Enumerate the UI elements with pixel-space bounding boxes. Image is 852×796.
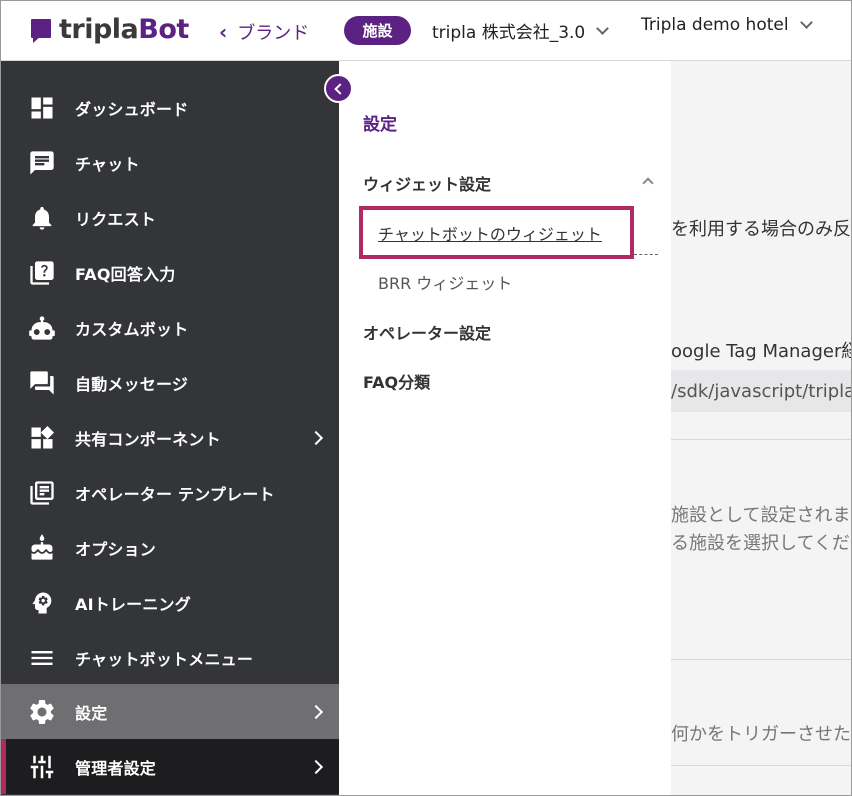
- sidebar-item-label: リクエスト: [75, 209, 157, 229]
- sidebar-item-operator-template[interactable]: オペレーター テンプレート: [1, 465, 339, 520]
- sidebar-item-shared-components[interactable]: 共有コンポーネント: [1, 410, 339, 465]
- chevron-right-icon: [308, 704, 324, 719]
- main-text-line: を利用する場合のみ反: [671, 219, 851, 240]
- menu-icon: [27, 643, 57, 673]
- ai-brain-icon: [27, 588, 57, 618]
- subpanel-item-faq-category[interactable]: FAQ分類: [363, 369, 430, 393]
- faq-icon: [27, 258, 57, 288]
- sidebar-item-label: FAQ回答入力: [75, 264, 176, 284]
- sidebar-item-label: チャットボットメニュー: [75, 649, 254, 669]
- cake-icon: [27, 533, 57, 563]
- chevron-down-icon: [596, 21, 610, 35]
- brand-back-link[interactable]: ‹ ブランド: [219, 19, 309, 45]
- sliders-icon: [27, 752, 57, 782]
- forum-icon: [27, 368, 57, 398]
- library-icon: [27, 478, 57, 508]
- subpanel-item-operator-settings[interactable]: オペレーター設定: [363, 320, 491, 344]
- sidebar-item-custom-bot[interactable]: カスタムボット: [1, 300, 339, 355]
- brand-back-label: ブランド: [237, 23, 310, 44]
- logo-mark-icon: [31, 19, 53, 43]
- company-select[interactable]: tripla 株式会社_3.0: [432, 18, 610, 43]
- sidebar-item-faq[interactable]: FAQ回答入力: [1, 245, 339, 300]
- sidebar-item-ai-training[interactable]: AIトレーニング: [1, 575, 339, 630]
- chevron-right-icon: [308, 430, 324, 445]
- script-code-field[interactable]: /sdk/javascript/tripla.: [671, 370, 851, 412]
- hotel-select-value: Tripla demo hotel: [641, 15, 789, 35]
- subitem-chatbot-widget[interactable]: チャットボットのウィジェット: [378, 221, 602, 245]
- sidebar-item-options[interactable]: オプション: [1, 520, 339, 575]
- top-header: triplaBot ‹ ブランド 施設 tripla 株式会社_3.0 Trip…: [1, 1, 851, 61]
- logo-text: triplaBot: [59, 14, 189, 45]
- chat-icon: [27, 148, 57, 178]
- sidebar-item-label: オプション: [75, 539, 157, 559]
- chevron-left-icon: [334, 82, 346, 95]
- sidebar-item-label: 管理者設定: [75, 758, 157, 778]
- sidebar-item-auto-message[interactable]: 自動メッセージ: [1, 355, 339, 410]
- chevron-down-icon: [799, 16, 813, 29]
- sidebar-item-label: 自動メッセージ: [75, 374, 189, 394]
- divider: [671, 439, 851, 440]
- sidebar-item-label: 設定: [75, 703, 108, 723]
- bell-icon: [27, 203, 57, 233]
- chevron-right-icon: [308, 759, 324, 774]
- triplabot-logo[interactable]: triplaBot: [31, 15, 189, 45]
- sidebar-item-label: カスタムボット: [75, 319, 189, 339]
- divider: [634, 254, 658, 255]
- sidebar: ダッシュボード チャット リクエスト FAQ回答入力 カスタムボット 自動メッセ…: [1, 61, 339, 795]
- subitem-brr-widget[interactable]: BRR ウィジェット: [378, 270, 512, 294]
- settings-subpanel: 設定 ウィジェット設定 チャットボットのウィジェット BRR ウィジェット オペ…: [339, 61, 671, 795]
- sidebar-item-label: オペレーター テンプレート: [75, 484, 275, 504]
- robot-icon: [27, 313, 57, 343]
- main-text-line: 何かをトリガーさせた: [671, 724, 851, 745]
- sidebar-item-requests[interactable]: リクエスト: [1, 190, 339, 245]
- widgets-icon: [27, 423, 57, 453]
- sidebar-item-chatbot-menu[interactable]: チャットボットメニュー: [1, 630, 339, 685]
- main-text-line: oogle Tag Manager経: [671, 341, 852, 362]
- sidebar-item-label: チャット: [75, 154, 140, 174]
- sidebar-item-chat[interactable]: チャット: [1, 135, 339, 190]
- dashboard-icon: [27, 93, 57, 123]
- main-content: を利用する場合のみ反 oogle Tag Manager経 /sdk/javas…: [671, 61, 852, 795]
- main-text-line: 施設として設定されま: [671, 505, 851, 526]
- divider: [671, 659, 851, 660]
- sidebar-item-label: ダッシュボード: [75, 99, 189, 119]
- sidebar-item-dashboard[interactable]: ダッシュボード: [1, 80, 339, 135]
- sidebar-collapse-button[interactable]: [324, 74, 353, 103]
- chevron-up-icon[interactable]: [642, 177, 654, 189]
- subpanel-title: 設定: [363, 115, 397, 135]
- sidebar-item-label: 共有コンポーネント: [75, 429, 221, 449]
- divider: [671, 765, 851, 766]
- app-window: triplaBot ‹ ブランド 施設 tripla 株式会社_3.0 Trip…: [0, 0, 852, 796]
- company-select-value: tripla 株式会社_3.0: [432, 23, 586, 43]
- gear-icon: [27, 697, 57, 727]
- facility-badge: 施設: [344, 16, 411, 45]
- sidebar-item-admin-settings[interactable]: 管理者設定: [1, 739, 339, 794]
- main-text-line: る施設を選択してくだ: [671, 533, 850, 554]
- sidebar-item-label: AIトレーニング: [75, 594, 191, 614]
- widget-settings-group[interactable]: ウィジェット設定: [363, 171, 491, 195]
- chevron-left-icon: ‹: [219, 20, 228, 44]
- hotel-select[interactable]: Tripla demo hotel: [641, 15, 813, 35]
- sidebar-item-settings[interactable]: 設定: [1, 684, 339, 739]
